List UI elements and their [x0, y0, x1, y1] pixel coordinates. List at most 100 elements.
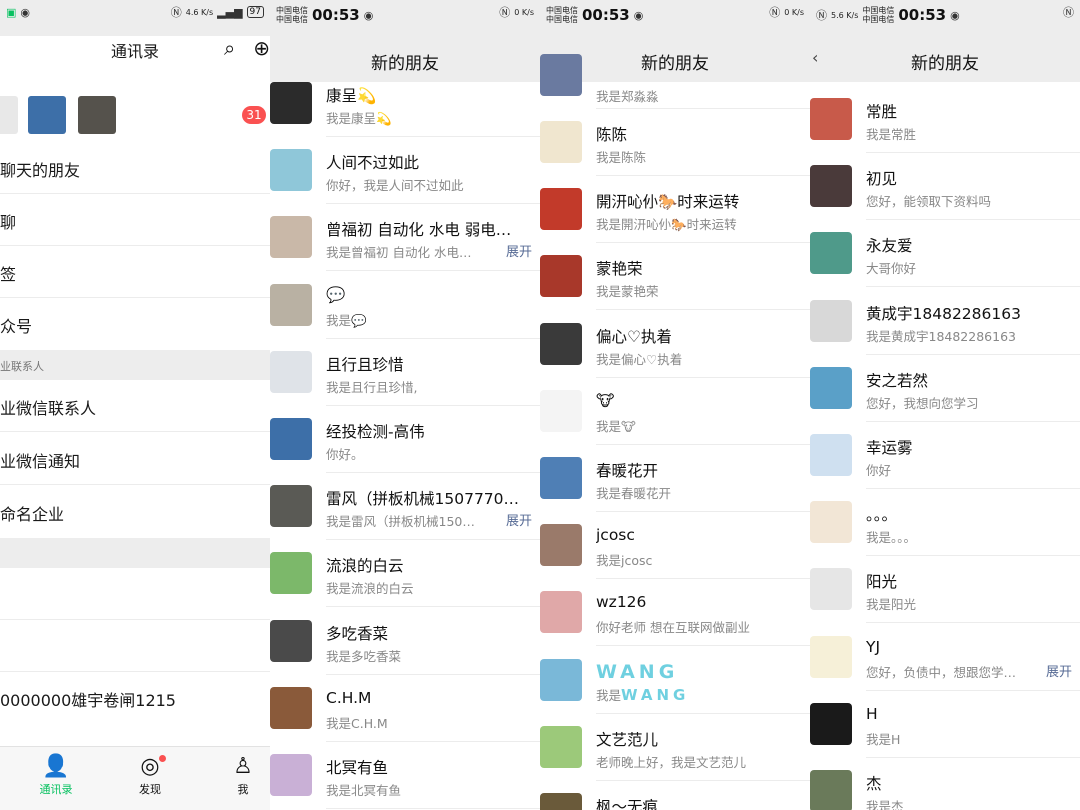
friend-request-row[interactable]: jcosc 我是jcosc	[540, 512, 810, 580]
contact-menu-item[interactable]: 众号	[0, 298, 270, 350]
friend-request-row[interactable]: 安之若然 您好，我想向您学习	[810, 355, 1080, 422]
friend-request-row[interactable]: 枫～无痕	[540, 781, 810, 810]
friend-request-row[interactable]: 康呈💫 我是康呈💫	[270, 70, 540, 137]
tab-label: 通讯录	[39, 783, 73, 796]
status-right: Ⓝ 0 K/s	[769, 4, 804, 20]
friend-request-row[interactable]: 阳光 我是阳光	[810, 556, 1080, 624]
contact-menu-item[interactable]: 业微信联系人	[0, 380, 270, 432]
avatar	[540, 322, 582, 365]
section-label: 业联系人	[0, 360, 44, 373]
friend-name: 安之若然	[866, 371, 929, 390]
friend-request-row[interactable]: 北冥有鱼 我是北冥有鱼	[270, 742, 540, 809]
carrier-2: 中国电信	[546, 15, 578, 24]
friend-name: 幸运雾	[866, 439, 913, 457]
friend-message: 我是WANG	[596, 685, 750, 704]
expand-link[interactable]: 展开	[506, 241, 532, 260]
friend-request-row[interactable]: wz126 你好老师 想在互联网做副业	[540, 579, 810, 647]
contact-menu-item[interactable]: 聊	[0, 194, 270, 246]
contact-row[interactable]	[0, 568, 270, 620]
avatar	[810, 702, 852, 745]
status-right: Ⓝ 4.6 K/s ▂▄▆ 97	[171, 4, 264, 20]
friend-name: 🐮	[596, 391, 615, 410]
avatar	[270, 686, 312, 729]
friend-request-row[interactable]: 蒙艳荣 我是蒙艳荣	[540, 243, 810, 311]
friend-request-row[interactable]: WANG 我是WANG	[540, 647, 810, 714]
friend-request-row[interactable]: 春暖花开 我是春暖花开	[540, 445, 810, 512]
friend-name: 阳光	[866, 573, 898, 592]
friend-request-row[interactable]: C.H.M 我是C.H.M	[270, 675, 540, 742]
menu-item-label: 业微信联系人	[0, 399, 97, 418]
friend-message: 我是jcosc	[596, 550, 750, 569]
friend-request-row[interactable]: H 我是H	[810, 691, 1080, 758]
friend-request-row[interactable]: 黄成宇18482286163 我是黄成宇18482286163	[810, 288, 1080, 355]
friend-message: 我是阳光	[866, 594, 1020, 613]
tab-contacts[interactable]: 👤 通讯录	[26, 753, 86, 797]
group-thumbnail[interactable]	[78, 96, 116, 134]
tab-me[interactable]: ♙ 我	[213, 753, 270, 797]
friend-name: 初见	[866, 170, 898, 189]
friend-request-row[interactable]: 多吃香菜 我是多吃香菜	[270, 608, 540, 675]
avatar	[810, 165, 852, 208]
friend-request-row[interactable]: YJ 您好，负债中，想跟您学… 展开	[810, 624, 1080, 691]
add-icon[interactable]: ⊕	[253, 36, 270, 60]
carrier-labels: 中国电信 中国电信	[276, 6, 308, 24]
contact-menu-item[interactable]: 签	[0, 246, 270, 298]
nfc-icon: Ⓝ	[769, 6, 781, 19]
tab-discover[interactable]: ◎ 发现	[120, 753, 180, 797]
contact-name: 0000000雄宇卷闸1215	[0, 691, 176, 710]
friend-request-row[interactable]: 雷风（拼板机械1507770… 我是雷风（拼板机械1507… 展开	[270, 473, 540, 541]
avatar	[540, 457, 582, 499]
friend-message-text: 我是北冥有鱼	[326, 783, 402, 798]
carrier-labels: 中国电信 中国电信	[546, 6, 578, 24]
status-bar: Ⓝ 5.6 K/s 中国电信 中国电信 00:53 ◉ Ⓝ	[810, 0, 1080, 36]
friend-request-row[interactable]: 且行且珍惜 我是且行且珍惜,	[270, 339, 540, 406]
eye-icon: ◉	[20, 6, 31, 19]
friend-name: 雷风（拼板机械1507770…	[326, 490, 520, 509]
contact-menu-item[interactable]: 业微信通知	[0, 433, 270, 485]
friend-request-row[interactable]: 陈陈 我是陈陈	[540, 109, 810, 176]
contacts-panel: ▣ ◉ Ⓝ 4.6 K/s ▂▄▆ 97 通讯录 ⌕ ⊕ 31 聊天的朋友 聊 …	[0, 0, 270, 810]
contact-menu-item[interactable]: 聊天的朋友	[0, 142, 270, 194]
friend-name: 💬	[326, 285, 346, 304]
friend-message-text: 大哥你好	[866, 261, 917, 277]
avatar	[810, 501, 852, 544]
friend-request-row[interactable]: 文艺范儿 老师晚上好，我是文艺范儿	[540, 714, 810, 781]
eye-icon: ◉	[363, 8, 374, 22]
friend-request-row[interactable]: 曾福初 自动化 水电 弱电… 我是曾福初 自动化 水电… 展开	[270, 204, 540, 272]
friend-request-row[interactable]: 流浪的白云 我是流浪的白云	[270, 540, 540, 608]
expand-link[interactable]: 展开	[1046, 661, 1072, 680]
net-speed: 0 K/s	[784, 7, 804, 17]
contact-row[interactable]: 0000000雄宇卷闸1215	[0, 672, 270, 724]
group-thumbnail-strip[interactable]: 31	[0, 86, 270, 142]
friend-request-row[interactable]: 🐮 我是🐮	[540, 378, 810, 445]
friend-request-row[interactable]: 常胜 我是常胜	[810, 86, 1080, 153]
expand-link[interactable]: 展开	[506, 510, 532, 529]
friend-request-row[interactable]: 幸运雾 你好	[810, 422, 1080, 489]
unread-badge: 31	[242, 106, 266, 124]
notification-dot	[159, 755, 166, 762]
friend-name: 流浪的白云	[326, 557, 404, 576]
avatar	[270, 552, 312, 595]
friend-message: 大哥你好	[866, 258, 1020, 277]
friend-request-row[interactable]: 開汧吣仦🐎时来运转 我是開汧吣仦🐎时来运转	[540, 176, 810, 244]
friend-request-row[interactable]: 杰我是杰	[810, 758, 1080, 810]
friend-request-row[interactable]: 人间不过如此 你好，我是人间不过如此	[270, 137, 540, 205]
contact-menu-item[interactable]: 命名企业	[0, 486, 270, 538]
group-thumbnail[interactable]	[0, 96, 18, 134]
friend-request-row[interactable]: 永友爱 大哥你好	[810, 220, 1080, 288]
avatar	[540, 54, 582, 96]
friend-message: 我是康呈💫	[326, 108, 480, 127]
friend-request-row[interactable]: 。。。 我是。。。	[810, 489, 1080, 557]
contact-row[interactable]	[0, 620, 270, 672]
friend-name: 康呈💫	[326, 87, 377, 105]
friend-request-row[interactable]: 我是郑淼淼	[540, 42, 810, 109]
friend-request-row[interactable]: 初见 您好，能领取下资料吗	[810, 153, 1080, 221]
nfc-icon: Ⓝ	[1063, 6, 1074, 19]
search-icon[interactable]: ⌕	[224, 36, 235, 60]
friend-request-row[interactable]: 💬 我是💬	[270, 272, 540, 339]
friend-request-row[interactable]: 偏心♡执着 我是偏心♡执着	[540, 311, 810, 378]
group-thumbnail[interactable]	[28, 96, 66, 134]
friend-request-row[interactable]: 经投检测-高伟 你好。	[270, 406, 540, 473]
avatar	[810, 299, 852, 342]
carrier-2: 中国电信	[862, 15, 895, 24]
